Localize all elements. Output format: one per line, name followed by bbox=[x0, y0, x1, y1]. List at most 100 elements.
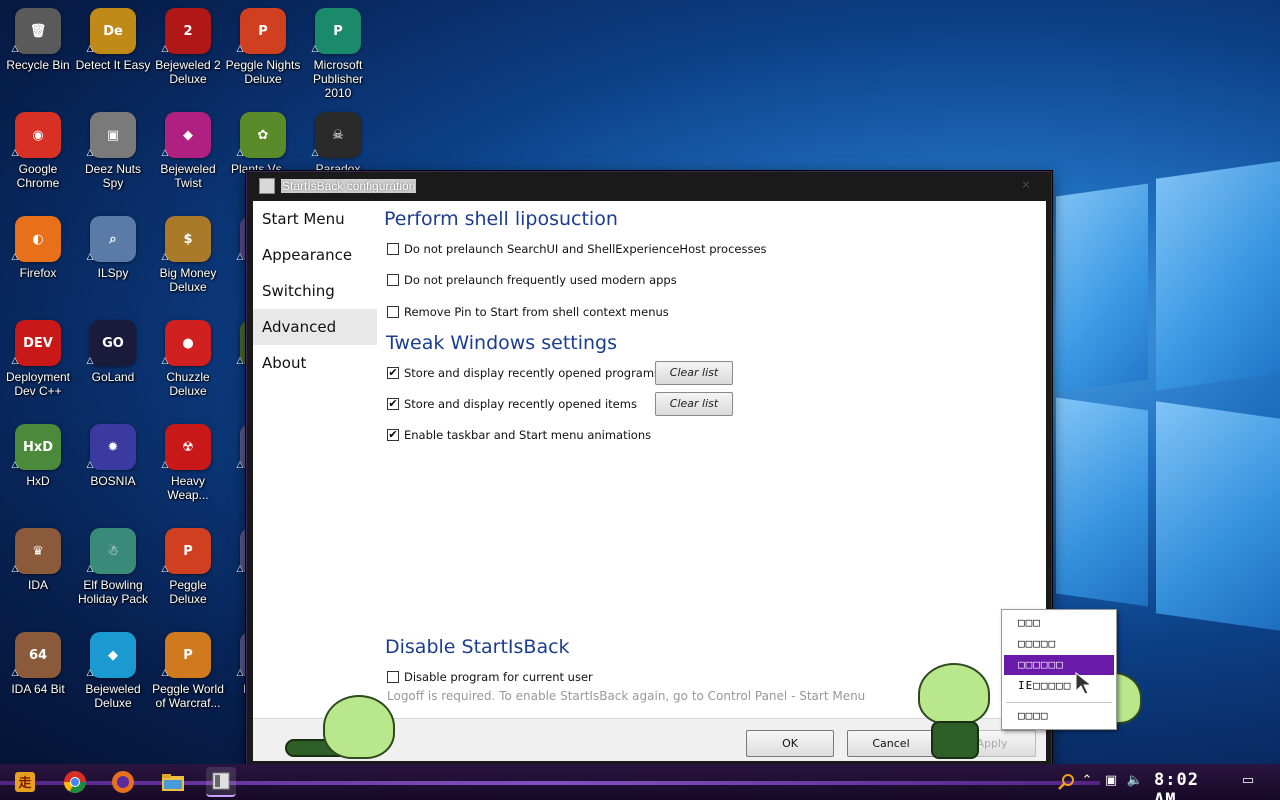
clear-list-items-button[interactable]: Clear list bbox=[655, 392, 733, 416]
taskbar-file-explorer[interactable] bbox=[158, 767, 188, 797]
nav-item-appearance[interactable]: Appearance bbox=[253, 237, 377, 273]
option-recent-programs[interactable]: ✔ Store and display recently opened prog… bbox=[387, 364, 660, 382]
desktop-icon-label: HxD bbox=[26, 474, 50, 488]
option-animations[interactable]: ✔ Enable taskbar and Start menu animatio… bbox=[387, 426, 651, 444]
desktop-icon[interactable]: P △ Peggle Deluxe bbox=[150, 528, 226, 606]
context-menu-separator bbox=[1006, 702, 1112, 703]
desktop-icon-label: BOSNIA bbox=[90, 474, 136, 488]
context-menu-item[interactable]: IE□□□□□ bbox=[1004, 676, 1114, 696]
desktop-icon-label: Firefox bbox=[19, 266, 57, 280]
context-menu-item[interactable]: □□□ bbox=[1004, 613, 1114, 633]
desktop-icon-label: Peggle Nights Deluxe bbox=[225, 58, 301, 86]
clear-list-programs-button[interactable]: Clear list bbox=[655, 361, 733, 385]
desktop-icon[interactable]: P △ Peggle World of Warcraf... bbox=[150, 632, 226, 710]
context-menu-item-highlighted[interactable]: □□□□□□ bbox=[1004, 655, 1114, 675]
desktop-icon-label: Bejeweled 2 Deluxe bbox=[155, 58, 221, 86]
option-label: Store and display recently opened progra… bbox=[404, 366, 661, 380]
tray-overflow-chevron-icon[interactable]: ⌃ bbox=[1078, 773, 1096, 789]
ok-button[interactable]: OK bbox=[746, 730, 834, 757]
desktop-app-icon: HxD bbox=[15, 424, 61, 470]
shortcut-arrow-icon: △ bbox=[11, 148, 19, 158]
desktop-icon-label: Google Chrome bbox=[16, 162, 60, 190]
desktop-icon[interactable]: ◆ △ Bejeweled Twist bbox=[150, 112, 226, 190]
option-label: Do not prelaunch frequently used modern … bbox=[404, 273, 677, 287]
desktop-icon[interactable]: De △ Detect It Easy bbox=[75, 8, 151, 72]
desktop-app-icon: P bbox=[315, 8, 361, 54]
taskbar-firefox[interactable] bbox=[108, 767, 138, 797]
desktop-icon[interactable]: ✹ △ BOSNIA bbox=[75, 424, 151, 488]
shortcut-arrow-icon: △ bbox=[11, 252, 19, 262]
option-no-prelaunch-modern-apps[interactable]: Do not prelaunch frequently used modern … bbox=[387, 271, 677, 289]
taskbar-chrome[interactable] bbox=[60, 767, 90, 797]
desktop-icon[interactable]: ● △ Chuzzle Deluxe bbox=[150, 320, 226, 398]
desktop-icon[interactable]: 🗑 △ Recycle Bin bbox=[0, 8, 76, 72]
option-recent-items[interactable]: ✔ Store and display recently opened item… bbox=[387, 395, 637, 413]
desktop-icon[interactable]: ◐ △ Firefox bbox=[0, 216, 76, 280]
firefox-icon bbox=[112, 771, 134, 793]
desktop-icon[interactable]: ▣ △ Deez Nuts Spy bbox=[75, 112, 151, 190]
nav-item-about[interactable]: About bbox=[253, 345, 377, 381]
desktop-app-icon: ◉ bbox=[15, 112, 61, 158]
shortcut-arrow-icon: △ bbox=[86, 564, 94, 574]
option-disable-program[interactable]: Disable program for current user bbox=[387, 668, 593, 686]
desktop-app-icon: ● bbox=[165, 320, 211, 366]
desktop-icon-label: Bejeweled Deluxe bbox=[85, 682, 141, 710]
checkbox[interactable]: ✔ bbox=[387, 429, 399, 441]
taskbar-startisback-config[interactable] bbox=[206, 767, 236, 797]
desktop-app-icon: P bbox=[165, 528, 211, 574]
checkbox[interactable] bbox=[387, 671, 399, 683]
window-app-icon bbox=[212, 772, 230, 790]
option-label: Disable program for current user bbox=[404, 670, 593, 684]
desktop-app-icon: P bbox=[165, 632, 211, 678]
volume-icon[interactable]: 🔈 bbox=[1126, 773, 1144, 789]
desktop-icon[interactable]: ✿ △ Plants Vs ... bbox=[225, 112, 301, 176]
desktop-icon-label: Peggle World of Warcraf... bbox=[152, 682, 224, 710]
checkbox[interactable]: ✔ bbox=[387, 367, 399, 379]
shortcut-arrow-icon: △ bbox=[161, 148, 169, 158]
desktop-app-icon: ☠ bbox=[315, 112, 361, 158]
option-no-prelaunch-searchui[interactable]: Do not prelaunch SearchUI and ShellExper… bbox=[387, 240, 767, 258]
desktop-icon[interactable]: P △ Peggle Nights Deluxe bbox=[225, 8, 301, 86]
desktop-icon-label: Bejeweled Twist bbox=[160, 162, 216, 190]
desktop-app-icon: ▣ bbox=[90, 112, 136, 158]
desktop-icon[interactable]: ☃ △ Elf Bowling Holiday Pack bbox=[75, 528, 151, 606]
desktop-icon[interactable]: ⌕ △ ILSpy bbox=[75, 216, 151, 280]
desktop-icon[interactable]: $ △ Big Money Deluxe bbox=[150, 216, 226, 294]
desktop-icon[interactable]: ◆ △ Bejeweled Deluxe bbox=[75, 632, 151, 710]
desktop-app-icon: ◐ bbox=[15, 216, 61, 262]
close-icon[interactable]: ✕ bbox=[1019, 178, 1033, 192]
context-menu-item[interactable]: □□□□□ bbox=[1004, 634, 1114, 654]
notification-center-icon[interactable]: ▭ bbox=[1238, 773, 1258, 789]
desktop-icon[interactable]: 2 △ Bejeweled 2 Deluxe bbox=[150, 8, 226, 86]
taskbar: 走 ⌃ ▣ 🔈 8:02 AM ▭ bbox=[0, 764, 1280, 800]
network-icon[interactable]: ▣ bbox=[1102, 773, 1120, 789]
wallpaper-logo-pane bbox=[1056, 397, 1148, 607]
nav-item-start-menu[interactable]: Start Menu bbox=[253, 201, 377, 237]
desktop-icon[interactable]: ☠ △ Paradox bbox=[300, 112, 376, 176]
context-menu-item[interactable]: □□□□ bbox=[1004, 706, 1114, 726]
option-remove-pin-to-start[interactable]: Remove Pin to Start from shell context m… bbox=[387, 303, 669, 321]
desktop-app-icon: GO bbox=[90, 320, 136, 366]
desktop-icon[interactable]: GO △ GoLand bbox=[75, 320, 151, 384]
desktop-app-icon: ⌕ bbox=[90, 216, 136, 262]
taskbar-clock[interactable]: 8:02 AM bbox=[1154, 770, 1224, 800]
checkbox[interactable] bbox=[387, 274, 399, 286]
start-button[interactable]: 走 bbox=[10, 767, 40, 797]
checkbox[interactable] bbox=[387, 243, 399, 255]
window-titlebar[interactable]: StartIsBack configuration ✕ bbox=[247, 172, 1051, 200]
checkbox[interactable] bbox=[387, 306, 399, 318]
desktop-icon[interactable]: ◉ △ Google Chrome bbox=[0, 112, 76, 190]
wallpaper-logo-pane bbox=[1156, 161, 1280, 391]
desktop-icon[interactable]: DEV △ Deployment Dev C++ bbox=[0, 320, 76, 398]
desktop-icon[interactable]: ♛ △ IDA bbox=[0, 528, 76, 592]
desktop-icon[interactable]: 64 △ IDA 64 Bit bbox=[0, 632, 76, 696]
desktop-icon[interactable]: ☢ △ Heavy Weap... bbox=[150, 424, 226, 502]
nav-item-advanced[interactable]: Advanced bbox=[253, 309, 377, 345]
desktop-icon[interactable]: P △ Microsoft Publisher 2010 bbox=[300, 8, 376, 100]
checkbox[interactable]: ✔ bbox=[387, 398, 399, 410]
desktop-icon-label: Deez Nuts Spy bbox=[84, 162, 142, 190]
option-label: Remove Pin to Start from shell context m… bbox=[404, 305, 669, 319]
desktop-icon[interactable]: HxD △ HxD bbox=[0, 424, 76, 488]
nav-item-switching[interactable]: Switching bbox=[253, 273, 377, 309]
shortcut-arrow-icon: △ bbox=[236, 356, 244, 366]
